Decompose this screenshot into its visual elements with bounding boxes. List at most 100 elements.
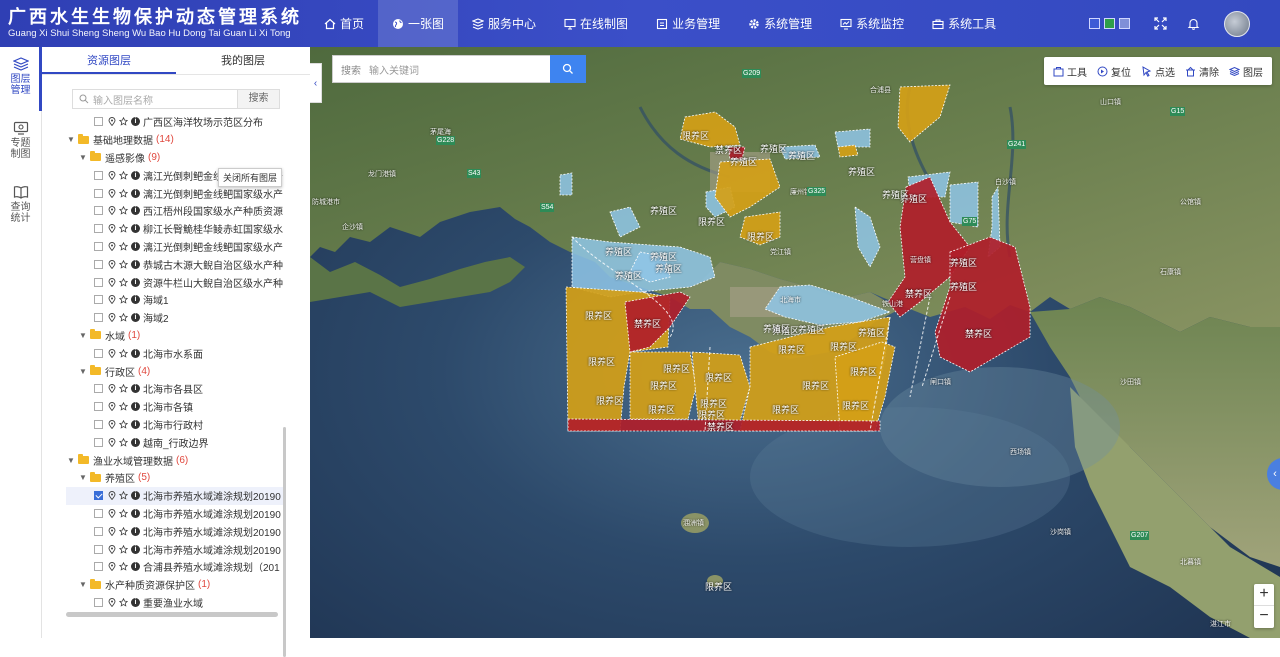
location-icon[interactable] — [107, 206, 116, 216]
layer-search-input[interactable]: 输入图层名称 — [73, 90, 237, 108]
star-icon[interactable] — [119, 206, 128, 215]
location-icon[interactable] — [107, 188, 116, 198]
nav-one-map[interactable]: 一张图 — [378, 0, 459, 47]
layer-checkbox[interactable] — [94, 544, 103, 554]
tree-layer[interactable]: i 漓江光倒刺鲃金线鲃国家级水产 — [66, 238, 284, 256]
map-search-button[interactable] — [550, 55, 586, 83]
tree-layer[interactable]: i 北海市养殖水域滩涂规划20190 — [66, 486, 284, 505]
location-icon[interactable] — [107, 384, 116, 394]
map-tool-reset[interactable]: 复位 — [1097, 64, 1131, 79]
tree-layer[interactable]: i 海域2 — [66, 309, 284, 327]
location-icon[interactable] — [107, 526, 116, 536]
location-icon[interactable] — [107, 491, 116, 501]
info-icon[interactable]: i — [131, 277, 140, 287]
star-icon[interactable] — [119, 224, 128, 233]
layer-checkbox[interactable] — [94, 348, 103, 358]
tree-layer[interactable]: i 北海市养殖水域滩涂规划20190 — [66, 540, 284, 558]
rail-query-statistics[interactable]: 查询统计 — [0, 175, 41, 239]
star-icon[interactable] — [119, 437, 128, 447]
info-icon[interactable]: i — [131, 259, 140, 269]
tree-layer[interactable]: i 北海市行政村 — [66, 416, 284, 434]
tree-layer[interactable]: i 西江梧州段国家级水产种质资源 — [66, 202, 284, 220]
layer-checkbox[interactable] — [94, 206, 103, 216]
map-tool-tools[interactable]: 工具 — [1053, 64, 1087, 79]
info-icon[interactable]: i — [131, 419, 140, 429]
tree-layer[interactable]: i 资源牛栏山大鲵自治区级水产种 — [66, 273, 284, 291]
location-icon[interactable] — [107, 348, 116, 358]
info-icon[interactable]: i — [131, 348, 140, 358]
layer-checkbox[interactable] — [94, 562, 103, 572]
star-icon[interactable] — [119, 117, 128, 126]
nav-system-management[interactable]: 系统管理 — [734, 0, 826, 47]
star-icon[interactable] — [119, 508, 128, 518]
tree-horizontal-scrollbar[interactable] — [66, 612, 278, 617]
layer-checkbox[interactable] — [94, 313, 103, 323]
info-icon[interactable]: i — [131, 384, 140, 394]
tree-layer[interactable]: i 北海市各镇 — [66, 398, 284, 416]
star-icon[interactable] — [119, 402, 128, 411]
nav-system-tools[interactable]: 系统工具 — [918, 0, 1010, 47]
location-icon[interactable] — [107, 562, 116, 572]
star-icon[interactable] — [119, 491, 128, 500]
star-icon[interactable] — [119, 562, 128, 571]
close-all-layers-tooltip[interactable]: 关闭所有图层 — [218, 168, 283, 187]
info-icon[interactable]: i — [131, 224, 140, 234]
theme-blue-swatch[interactable] — [1089, 18, 1100, 29]
layer-checkbox[interactable] — [94, 526, 103, 536]
location-icon[interactable] — [107, 313, 116, 323]
location-icon[interactable] — [107, 170, 116, 180]
tree-layer[interactable]: i 北海市养殖水域滩涂规划20190 — [66, 522, 284, 540]
tab-my-layers[interactable]: 我的图层 — [176, 47, 310, 74]
theme-light-swatch[interactable] — [1119, 18, 1130, 29]
info-icon[interactable]: i — [131, 544, 140, 554]
nav-home[interactable]: 首页 — [310, 0, 378, 47]
location-icon[interactable] — [107, 117, 116, 127]
info-icon[interactable]: i — [131, 117, 140, 127]
layer-checkbox[interactable] — [94, 597, 103, 607]
caret-down-icon[interactable]: ▼ — [66, 135, 76, 144]
location-icon[interactable] — [107, 598, 116, 607]
star-icon[interactable] — [119, 597, 128, 607]
info-icon[interactable]: i — [131, 402, 140, 412]
info-icon[interactable]: i — [131, 295, 140, 305]
tree-group[interactable]: ▼ 行政区 (4) — [66, 362, 284, 380]
tree-layer[interactable]: i 北海市水系面 — [66, 344, 284, 362]
tree-group[interactable]: ▼ 渔业水域管理数据 (6) — [66, 451, 284, 469]
nav-online-mapping[interactable]: 在线制图 — [550, 0, 642, 47]
caret-down-icon[interactable]: ▼ — [78, 153, 88, 162]
tree-layer[interactable]: i 北海市养殖水域滩涂规划20190 — [66, 505, 284, 523]
tree-vertical-scrollbar[interactable] — [283, 427, 286, 657]
layer-checkbox[interactable] — [94, 224, 103, 234]
collapse-panel-button[interactable]: ‹ — [310, 63, 322, 103]
location-icon[interactable] — [107, 509, 116, 518]
info-icon[interactable]: i — [131, 491, 140, 501]
tree-layer[interactable]: i 广西区海洋牧场示范区分布 — [66, 113, 284, 131]
info-icon[interactable]: i — [131, 437, 140, 447]
tree-layer[interactable]: i 恭城古木源大鲵自治区级水产种 — [66, 255, 284, 273]
caret-down-icon[interactable]: ▼ — [78, 331, 88, 340]
nav-service-center[interactable]: 服务中心 — [458, 0, 550, 47]
info-icon[interactable]: i — [131, 508, 140, 518]
location-icon[interactable] — [107, 402, 116, 412]
tree-layer[interactable]: i 越南_行政边界 — [66, 433, 284, 451]
caret-down-icon[interactable]: ▼ — [66, 456, 76, 465]
layer-checkbox[interactable] — [94, 295, 103, 305]
caret-down-icon[interactable]: ▼ — [78, 580, 88, 589]
location-icon[interactable] — [107, 437, 116, 447]
tree-layer[interactable]: i 柳江长臀鮠桂华鲮赤虹国家级水 — [66, 220, 284, 238]
location-icon[interactable] — [107, 544, 116, 554]
map-tool-layers[interactable]: 图层 — [1229, 64, 1263, 79]
map-search[interactable]: 搜索 输入关键词 — [332, 55, 585, 83]
nav-system-monitor[interactable]: 系统监控 — [826, 0, 918, 47]
layer-checkbox[interactable] — [94, 277, 103, 287]
star-icon[interactable] — [119, 544, 128, 554]
theme-green-swatch[interactable] — [1104, 18, 1115, 29]
star-icon[interactable] — [119, 188, 128, 198]
info-icon[interactable]: i — [131, 526, 140, 536]
bell-icon[interactable] — [1187, 17, 1200, 30]
layer-checkbox[interactable] — [94, 170, 103, 180]
info-icon[interactable]: i — [131, 188, 140, 198]
rail-theme-mapping[interactable]: 专题制图 — [0, 111, 41, 175]
location-icon[interactable] — [107, 277, 116, 287]
tree-layer[interactable]: i 重要渔业水域 — [66, 594, 284, 612]
